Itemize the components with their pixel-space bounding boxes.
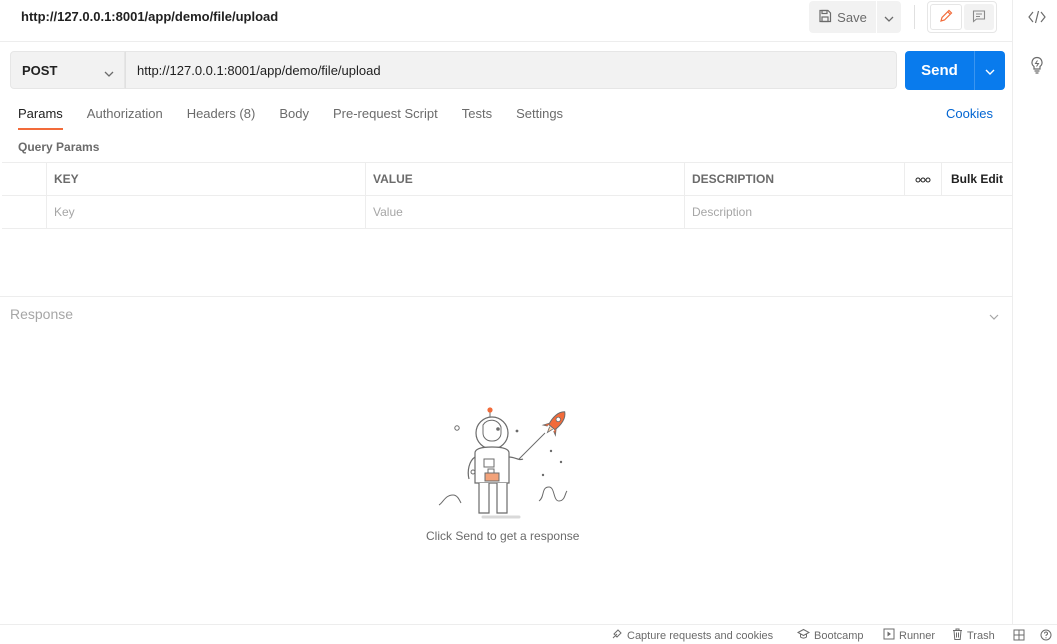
comments-mode-button[interactable] <box>964 4 994 30</box>
astronaut-illustration <box>435 407 580 523</box>
checkbox-column-header <box>2 163 47 195</box>
runner-icon <box>883 628 895 643</box>
tab-pre-request-script[interactable]: Pre-request Script <box>333 103 438 130</box>
tab-body[interactable]: Body <box>279 103 309 130</box>
save-options-button[interactable] <box>876 1 901 33</box>
more-options-button[interactable] <box>905 163 942 195</box>
lightbulb-icon[interactable] <box>1028 56 1046 74</box>
runner-label: Runner <box>899 629 936 642</box>
save-button-group: Save <box>809 1 901 33</box>
send-options-button[interactable] <box>974 51 1005 90</box>
chevron-down-icon <box>985 63 995 78</box>
chevron-down-icon <box>884 10 894 25</box>
url-input[interactable]: http://127.0.0.1:8001/app/demo/file/uplo… <box>125 51 897 89</box>
save-icon <box>818 9 832 26</box>
capture-label: Capture requests and cookies <box>627 629 774 642</box>
cookies-link[interactable]: Cookies <box>946 106 993 121</box>
tab-headers[interactable]: Headers (8) <box>187 103 256 130</box>
tab-params[interactable]: Params <box>18 103 63 130</box>
response-title[interactable]: Response <box>10 306 73 322</box>
query-params-label: Query Params <box>18 140 100 154</box>
chevron-down-icon <box>104 65 114 80</box>
response-empty-hint: Click Send to get a response <box>426 529 580 543</box>
send-button[interactable]: Send <box>905 51 974 90</box>
view-mode-toggle <box>927 1 997 33</box>
more-icon <box>915 172 931 186</box>
status-bar: Capture requests and cookies Bootcamp Ru… <box>0 624 1057 644</box>
trash-icon <box>952 628 963 643</box>
app-window: http://127.0.0.1:8001/app/demo/file/uplo… <box>0 0 1057 644</box>
bootcamp-button[interactable]: Bootcamp <box>796 628 864 643</box>
description-column-header: DESCRIPTION <box>685 163 905 195</box>
bootcamp-label: Bootcamp <box>814 629 864 642</box>
value-column-header: VALUE <box>366 163 685 195</box>
edit-mode-button[interactable] <box>930 4 962 30</box>
bootcamp-icon <box>796 628 811 643</box>
key-input[interactable]: Key <box>47 196 366 228</box>
tab-authorization[interactable]: Authorization <box>87 103 163 130</box>
request-header: http://127.0.0.1:8001/app/demo/file/uplo… <box>0 0 1012 42</box>
tab-settings[interactable]: Settings <box>516 103 563 130</box>
method-select[interactable]: POST <box>10 51 125 89</box>
trash-button[interactable]: Trash <box>952 628 995 643</box>
chevron-down-icon[interactable] <box>989 308 999 323</box>
help-icon[interactable] <box>1040 629 1052 644</box>
pencil-icon <box>939 9 953 26</box>
capture-icon <box>611 628 623 643</box>
method-value: POST <box>22 62 58 78</box>
request-tabs: Params Authorization Headers (8) Body Pr… <box>18 103 587 131</box>
trash-label: Trash <box>967 629 995 642</box>
code-icon[interactable] <box>1028 8 1046 26</box>
tab-tests[interactable]: Tests <box>462 103 492 130</box>
key-column-header: KEY <box>47 163 366 195</box>
header-divider <box>914 5 915 29</box>
capture-requests-button[interactable]: Capture requests and cookies <box>611 628 773 643</box>
table-header-row: KEY VALUE DESCRIPTION Bulk Edit <box>2 163 1012 196</box>
send-button-group: Send <box>905 51 1005 90</box>
bulk-edit-button[interactable]: Bulk Edit <box>942 163 1012 195</box>
description-input[interactable]: Description <box>685 196 1011 228</box>
comment-icon <box>972 9 986 26</box>
row-checkbox-cell <box>2 196 47 228</box>
save-label: Save <box>837 9 867 25</box>
params-table: KEY VALUE DESCRIPTION Bulk Edit Key Valu… <box>2 162 1012 229</box>
response-panel: Response Click Send to get a response <box>0 296 1012 624</box>
right-sidebar <box>1012 0 1057 624</box>
save-button[interactable]: Save <box>809 1 876 33</box>
value-input[interactable]: Value <box>366 196 685 228</box>
layout-icon[interactable] <box>1013 629 1025 644</box>
runner-button[interactable]: Runner <box>883 628 935 643</box>
table-row: Key Value Description <box>2 196 1012 229</box>
request-title[interactable]: http://127.0.0.1:8001/app/demo/file/uplo… <box>21 9 278 24</box>
